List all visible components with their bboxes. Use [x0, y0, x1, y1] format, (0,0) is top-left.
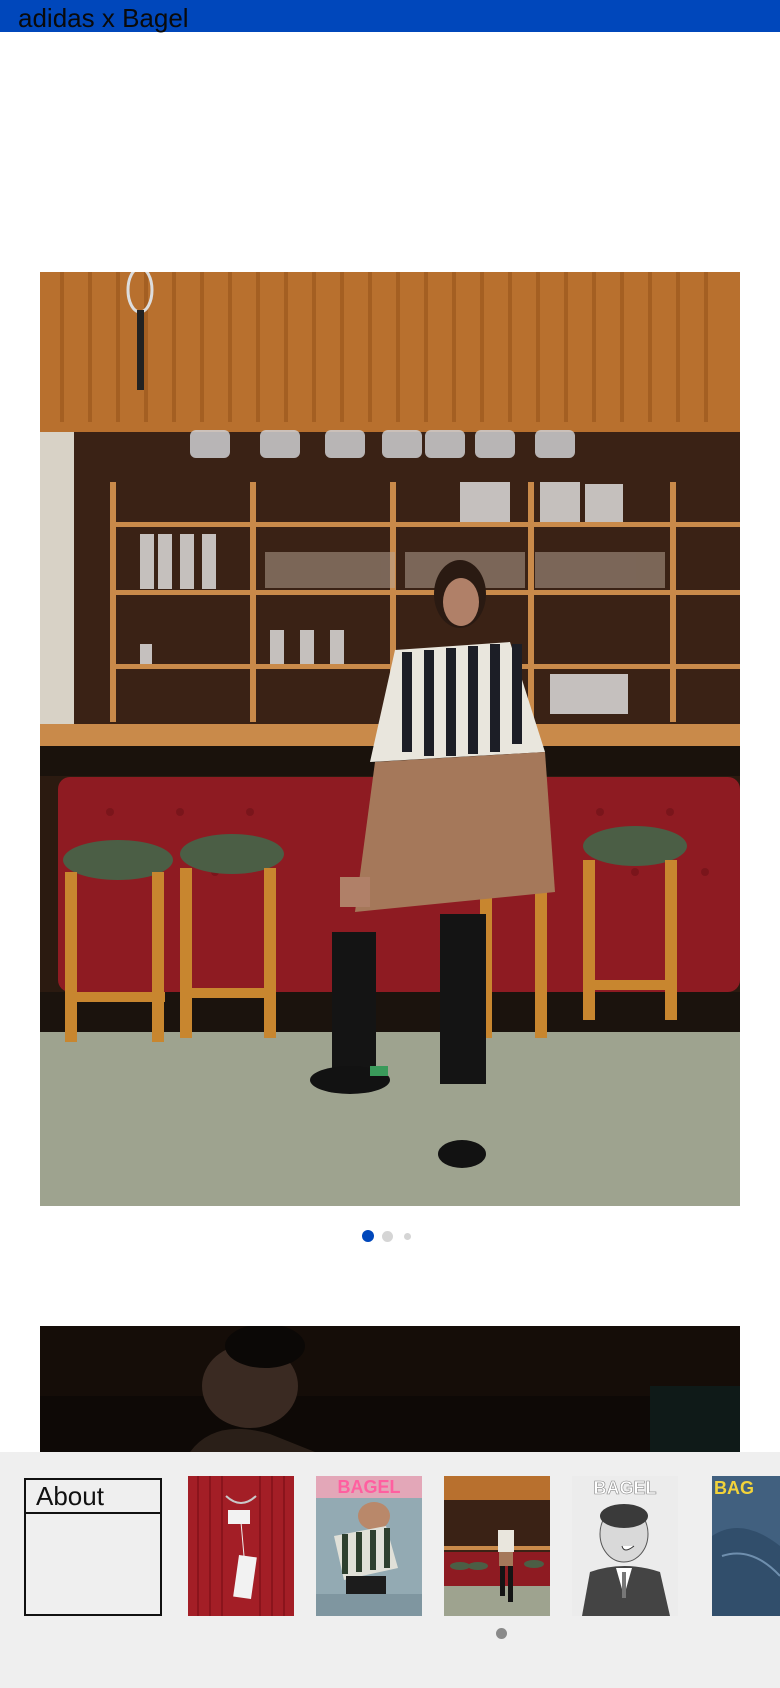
tray-pagination-dot[interactable]: [496, 1628, 507, 1639]
app-title: adidas x Bagel: [18, 3, 189, 33]
carousel-dot-active[interactable]: [362, 1230, 374, 1242]
header-bar: adidas x Bagel: [0, 0, 780, 33]
bagel-cover-green-stripe-thumbnail[interactable]: BAGEL: [316, 1476, 422, 1616]
bagel-cover-blue-thumbnail[interactable]: BAG: [712, 1476, 780, 1616]
bar-stool-photo-illustration: [40, 272, 740, 1206]
carousel-dot[interactable]: [404, 1233, 411, 1240]
carousel-pagination: [0, 1228, 780, 1244]
product-photo-icon: [188, 1476, 294, 1616]
magazine-cover-icon: BAGEL: [572, 1476, 678, 1616]
bottom-tray: About BAGEL BAGEL BAG: [0, 1452, 780, 1688]
magazine-cover-icon: BAG: [712, 1476, 780, 1616]
dark-portrait-photo-illustration: [40, 1326, 740, 1452]
red-knit-tag-thumbnail[interactable]: [188, 1476, 294, 1616]
svg-text:BAGEL: BAGEL: [338, 1477, 401, 1497]
about-card[interactable]: About: [24, 1478, 162, 1616]
bar-stool-thumbnail[interactable]: [444, 1476, 550, 1616]
second-photo[interactable]: [40, 1326, 740, 1452]
bagel-cover-portrait-thumbnail[interactable]: BAGEL: [572, 1476, 678, 1616]
magazine-cover-icon: BAGEL: [316, 1476, 422, 1616]
about-label: About: [26, 1480, 160, 1514]
svg-text:BAGEL: BAGEL: [594, 1478, 657, 1498]
carousel-dot[interactable]: [382, 1231, 393, 1242]
svg-text:BAG: BAG: [714, 1478, 754, 1498]
hero-photo[interactable]: [40, 272, 740, 1206]
photo-icon: [444, 1476, 550, 1616]
